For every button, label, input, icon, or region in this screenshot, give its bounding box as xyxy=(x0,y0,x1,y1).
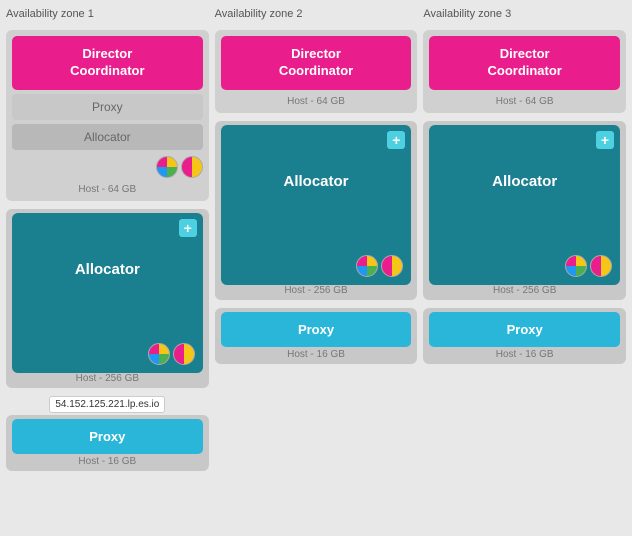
zone-3-proxy-card[interactable]: Proxy xyxy=(429,312,620,347)
zone-2-label: Availability zone 2 xyxy=(215,8,418,22)
flag-icon[interactable] xyxy=(181,156,203,178)
zone-1-allocator-label: Allocator xyxy=(20,261,195,343)
zone-3-allocator-icons xyxy=(437,255,612,277)
flag-icon-4[interactable] xyxy=(590,255,612,277)
zone-1-plus-button[interactable]: + xyxy=(179,219,197,237)
pie-icon[interactable] xyxy=(156,156,178,178)
zone-2: Availability zone 2 DirectorCoordinator … xyxy=(215,8,418,528)
zone-3-label: Availability zone 3 xyxy=(423,8,626,22)
zone-1: Availability zone 1 DirectorCoordinator … xyxy=(6,8,209,528)
zone-3-host-card-label: Host - 64 GB xyxy=(429,96,620,107)
zone-1-proxy-bottom-wrap: 54.152.125.221.lp.es.io Proxy Host - 16 … xyxy=(6,396,209,471)
zone-1-proxy-host-label: Host - 16 GB xyxy=(12,456,203,467)
pie-icon-4[interactable] xyxy=(565,255,587,277)
zone-2-proxy-card-wrap: Proxy Host - 16 GB xyxy=(215,308,418,364)
zone-1-icons-row xyxy=(12,156,203,178)
flag-icon-2[interactable] xyxy=(173,343,195,365)
zone-3-allocator-card: + Allocator xyxy=(429,125,620,285)
zone-2-host-card: DirectorCoordinator Host - 64 GB xyxy=(215,30,418,113)
flag-icon-3[interactable] xyxy=(381,255,403,277)
zone-1-allocator-wrap: + Allocator Host - 256 GB xyxy=(6,209,209,388)
zone-3-allocator-label: Allocator xyxy=(437,173,612,255)
zone-3-host-card: DirectorCoordinator Host - 64 GB xyxy=(423,30,626,113)
zone-2-host-card-label: Host - 64 GB xyxy=(221,96,412,107)
zone-1-allocator-inner: Allocator xyxy=(12,124,203,150)
zone-2-proxy-host-label: Host - 16 GB xyxy=(221,349,412,360)
zone-1-host-card-label: Host - 64 GB xyxy=(12,184,203,195)
zone-3-proxy-card-wrap: Proxy Host - 16 GB xyxy=(423,308,626,364)
zone-1-label: Availability zone 1 xyxy=(6,8,209,22)
zone-1-director: DirectorCoordinator xyxy=(12,36,203,90)
zone-1-allocator-card: + Allocator xyxy=(12,213,203,373)
zone-3-proxy-host-label: Host - 16 GB xyxy=(429,349,620,360)
zone-2-allocator-card: + Allocator xyxy=(221,125,412,285)
zones-container: Availability zone 1 DirectorCoordinator … xyxy=(0,0,632,536)
pie-icon-2[interactable] xyxy=(148,343,170,365)
zone-1-proxy-card[interactable]: Proxy xyxy=(12,419,203,454)
zone-2-director: DirectorCoordinator xyxy=(221,36,412,90)
zone-3: Availability zone 3 DirectorCoordinator … xyxy=(423,8,626,528)
zone-1-ip-tooltip: 54.152.125.221.lp.es.io xyxy=(49,396,165,413)
zone-3-allocator-host-label: Host - 256 GB xyxy=(429,285,620,296)
pie-icon-3[interactable] xyxy=(356,255,378,277)
zone-1-host-card: DirectorCoordinator Proxy Allocator Host… xyxy=(6,30,209,201)
zone-1-proxy-card-wrap: Proxy Host - 16 GB xyxy=(6,415,209,471)
zone-2-allocator-icons xyxy=(229,255,404,277)
zone-3-director: DirectorCoordinator xyxy=(429,36,620,90)
zone-2-plus-button[interactable]: + xyxy=(387,131,405,149)
zone-1-allocator-icons xyxy=(20,343,195,365)
zone-3-plus-button[interactable]: + xyxy=(596,131,614,149)
zone-3-allocator-wrap: + Allocator Host - 256 GB xyxy=(423,121,626,300)
zone-1-allocator-host-label: Host - 256 GB xyxy=(12,373,203,384)
zone-2-allocator-label: Allocator xyxy=(229,173,404,255)
zone-2-allocator-wrap: + Allocator Host - 256 GB xyxy=(215,121,418,300)
zone-1-proxy-inner: Proxy xyxy=(12,94,203,120)
zone-2-allocator-host-label: Host - 256 GB xyxy=(221,285,412,296)
zone-2-proxy-card[interactable]: Proxy xyxy=(221,312,412,347)
